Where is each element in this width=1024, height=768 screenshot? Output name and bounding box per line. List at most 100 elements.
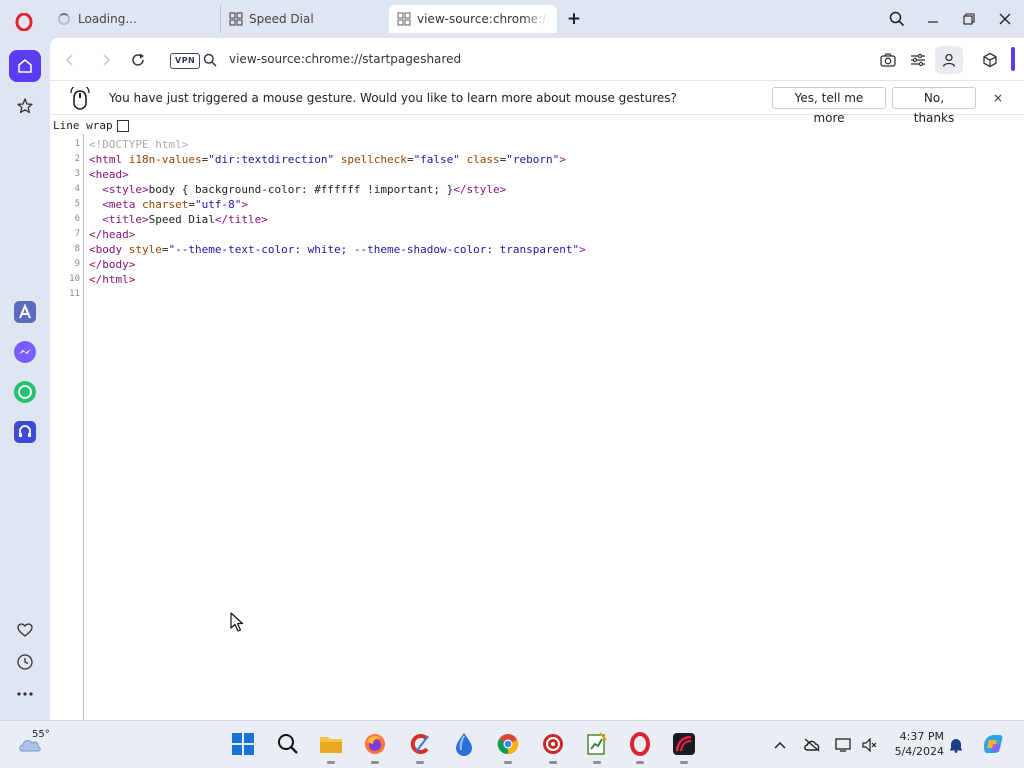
source-line: 2 <html i18n-values="dir:textdirection" s… [50,152,1024,167]
chrome-icon[interactable] [495,731,521,764]
weather-temperature: 55° [32,729,50,740]
sidebar-player-button[interactable] [9,416,41,448]
music-player-icon [14,421,36,443]
heart-icon [17,623,33,637]
vpn-badge[interactable]: VPN [170,53,201,69]
line-number: 9 [74,259,80,269]
sidebar-home-button[interactable] [9,50,41,82]
sidebar-favorites-button[interactable] [9,614,41,646]
sidebar-toggle-indicator[interactable] [1011,47,1015,71]
line-code: <meta charset="utf-8"> [102,198,248,211]
whatsapp-icon [14,381,36,403]
easy-setup-icon[interactable] [908,50,928,70]
tab-speed-dial[interactable]: Speed Dial [220,5,386,33]
sidebar-whatsapp-button[interactable] [9,376,41,408]
start-windows-icon[interactable] [230,731,256,757]
notification-bell-icon[interactable] [946,735,966,755]
back-icon[interactable] [60,50,80,70]
tab-search-icon[interactable] [887,9,907,29]
tray-overflow-chevron-icon[interactable] [770,735,790,755]
new-tab-plus-icon[interactable]: + [565,10,583,28]
running-indicator [327,761,335,764]
line-number: 1 [74,139,80,149]
loading-spinner-icon [58,13,70,25]
line-code: </head> [89,228,136,241]
line-wrap-control[interactable]: Line wrap [53,118,129,133]
sidebar-aria-button[interactable] [9,296,41,328]
source-line: 4 <style>body { background-color: #fffff… [50,182,1024,197]
sidebar-bookmarks-button[interactable] [9,90,41,122]
source-line: 5 <meta charset="utf-8"> [50,197,1024,212]
infobar-close-icon[interactable]: × [990,90,1006,106]
clock-date: 5/4/2024 [894,745,944,758]
sidebar-messenger-button[interactable] [9,336,41,368]
line-number: 2 [74,154,80,164]
source-code: 1 <!DOCTYPE html> 2 <html i18n-values="dir:… [50,137,1024,302]
tab-strip: Loading... Speed Dial view-source:chrome… [0,0,1024,38]
line-number: 7 [74,229,80,239]
source-line: 7 </head> [50,227,1024,242]
droplet-app-icon[interactable] [451,731,477,757]
file-explorer-icon[interactable] [318,731,344,764]
running-indicator [636,761,644,764]
source-line: 11 [50,287,1024,302]
taskbar-clock[interactable]: 4:37 PM 5/4/2024 [888,729,944,759]
no-thanks-button[interactable]: No, thanks [892,87,976,125]
tab-title: Speed Dial [249,12,314,26]
address-search-icon [200,50,220,70]
display-network-icon[interactable] [834,735,854,755]
line-number: 3 [74,169,80,179]
restore-icon[interactable] [959,9,979,29]
extensions-cube-icon[interactable] [980,50,1000,70]
running-indicator [680,761,688,764]
sidebar-more-button[interactable] [9,678,41,710]
copilot-icon[interactable] [980,731,1006,757]
reload-icon[interactable] [128,50,148,70]
tab-view-source[interactable]: view-source:chrome://startpageshared [389,5,557,33]
clock-icon [17,654,33,670]
forward-icon[interactable] [96,50,116,70]
red-utility-icon[interactable] [540,731,566,764]
tab-loading[interactable]: Loading... [50,5,218,33]
line-code: </body> [89,258,136,271]
close-window-icon[interactable] [995,9,1015,29]
clock-time: 4:37 PM [899,730,944,743]
source-line: 1 <!DOCTYPE html> [50,137,1024,152]
source-line: 6 <title>Speed Dial</title> [50,212,1024,227]
opera-taskbar-icon[interactable] [627,731,653,764]
line-number: 6 [74,214,80,224]
volume-muted-icon[interactable] [860,735,880,755]
opera-gx-icon[interactable] [671,731,697,764]
minimize-icon[interactable] [923,9,943,29]
mouse-pointer-icon [230,612,244,632]
profile-button[interactable] [935,46,963,74]
line-number: 10 [69,274,80,284]
line-wrap-checkbox[interactable] [116,119,129,132]
line-code: <body style="--theme-text-color: white; … [89,243,586,256]
line-code: </html> [89,273,136,286]
line-code: <style>body { background-color: #ffffff … [102,183,507,196]
home-icon [18,59,32,73]
content-frame: VPN view-source:chrome://startpageshared… [50,38,1024,720]
firefox-icon[interactable] [362,731,388,764]
notepad-chart-icon[interactable] [584,731,610,764]
taskbar-search-icon[interactable] [275,731,301,757]
tab-title: Loading... [78,12,137,26]
running-indicator [416,761,424,764]
line-code: <html i18n-values="dir:textdirection" sp… [89,153,566,166]
line-number: 4 [74,184,80,194]
source-line: 8 <body style="--theme-text-color: white;… [50,242,1024,257]
onedrive-cloud-icon[interactable] [802,735,822,755]
yes-tell-me-more-button[interactable]: Yes, tell me more [772,87,886,125]
source-line: 3 <head> [50,167,1024,182]
address-bar: VPN view-source:chrome://startpageshared [50,38,1024,81]
user-icon [942,53,956,67]
opera-logo-icon[interactable] [15,13,33,31]
line-number: 5 [74,199,80,209]
source-line: 9 </body> [50,257,1024,272]
address-input[interactable]: view-source:chrome://startpageshared [229,52,461,66]
snapshot-camera-icon[interactable] [878,50,898,70]
ccleaner-icon[interactable] [407,731,433,764]
sidebar-history-button[interactable] [9,646,41,678]
source-line: 10 </html> [50,272,1024,287]
